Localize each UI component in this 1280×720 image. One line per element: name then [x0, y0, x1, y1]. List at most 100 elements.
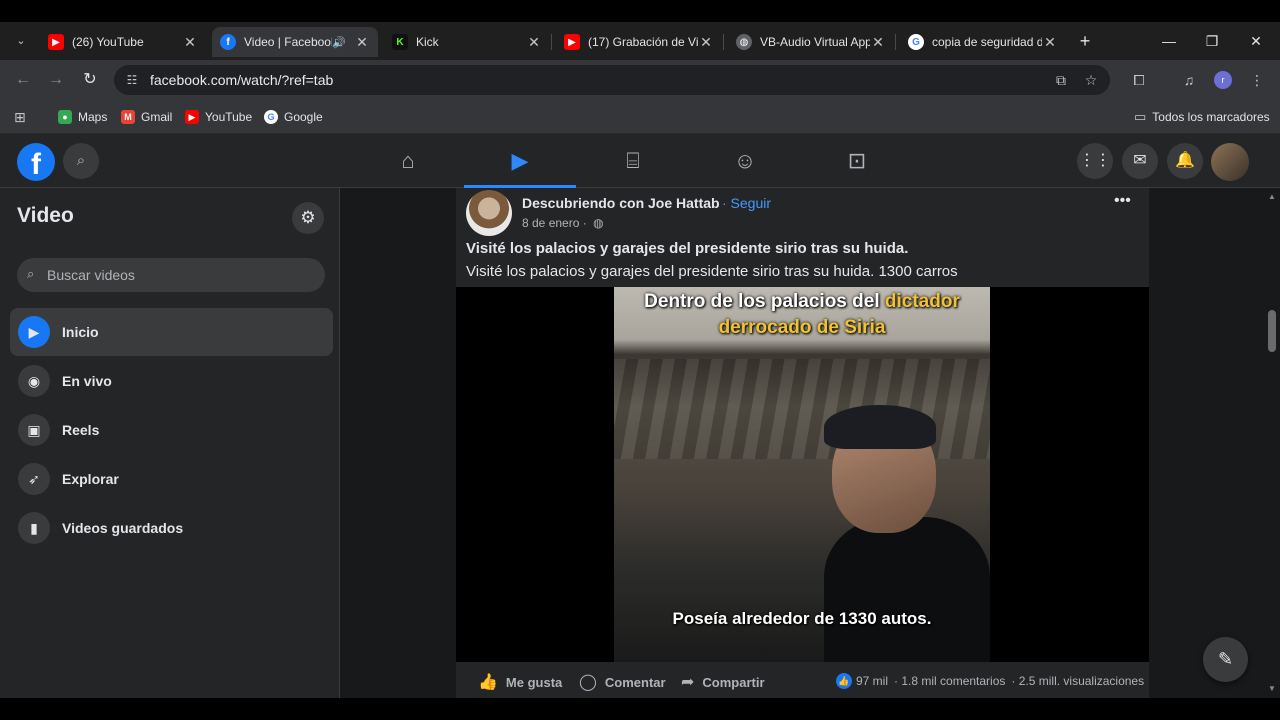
tab-strip: ⌄ ▶ (26) YouTube ✕ f Video | Facebook 🔊 …: [0, 22, 1280, 60]
sidebar-item-reels[interactable]: ▣ Reels: [10, 406, 333, 454]
bookmark-icon: ▮: [18, 512, 50, 544]
author-avatar[interactable]: [466, 190, 512, 236]
gear-icon[interactable]: ⚙: [292, 202, 324, 234]
notifications-bell-icon[interactable]: 🔔: [1167, 143, 1203, 179]
reels-icon: ▣: [18, 414, 50, 446]
bookmarks-bar: ⊞ ● Maps M Gmail ▶ YouTube G Google ▭ To…: [0, 100, 1280, 134]
tab-youtube[interactable]: ▶ (26) YouTube ✕: [40, 27, 206, 57]
sidebar-item-inicio[interactable]: ▶ Inicio: [10, 308, 333, 356]
post-stats: 👍 97 mil · 1.8 mil comentarios · 2.5 mil…: [836, 673, 1144, 689]
nav-gaming-icon[interactable]: ⊡: [801, 134, 913, 188]
search-icon[interactable]: ⌕: [63, 143, 99, 179]
tab-youtube-grabacion[interactable]: ▶ (17) Grabación de Vi ✕: [556, 27, 722, 57]
restore-icon[interactable]: ❐: [1197, 30, 1227, 52]
video-caption-line2: derrocado de Siria: [718, 317, 886, 338]
bookmark-label: Google: [284, 110, 323, 124]
video-caption-line1: Dentro de los palacios del dictador: [644, 291, 960, 312]
nav-video-icon[interactable]: ▶: [464, 134, 576, 188]
close-icon[interactable]: ✕: [354, 34, 370, 51]
more-options-icon[interactable]: •••: [1114, 192, 1131, 210]
menu-grid-icon[interactable]: ⋮⋮: [1077, 143, 1113, 179]
kick-icon: K: [392, 34, 408, 50]
scrollbar-thumb[interactable]: [1268, 310, 1276, 352]
tab-divider: [895, 34, 896, 50]
nav-groups-icon[interactable]: ☺: [689, 134, 801, 188]
star-icon[interactable]: ☆: [1082, 72, 1100, 88]
account-avatar[interactable]: [1211, 143, 1249, 181]
bookmark-maps[interactable]: ● Maps: [58, 108, 107, 126]
bookmark-gmail[interactable]: M Gmail: [121, 108, 172, 126]
comment-count[interactable]: · 1.8 mil comentarios: [894, 674, 1005, 688]
play-icon: ▶: [18, 316, 50, 348]
site-settings-icon[interactable]: ☷: [124, 72, 140, 88]
close-icon[interactable]: ✕: [698, 34, 714, 51]
speaker-icon[interactable]: 🔊: [332, 36, 346, 49]
like-reaction-icon: 👍: [836, 673, 852, 689]
like-button[interactable]: 👍 Me gusta: [478, 672, 562, 692]
close-icon[interactable]: ✕: [526, 34, 542, 51]
live-icon: ◉: [18, 365, 50, 397]
close-icon[interactable]: ✕: [1042, 34, 1058, 51]
globe-icon: ◍: [736, 34, 752, 50]
media-controls-icon[interactable]: ♫: [1178, 70, 1200, 90]
apps-grid-icon[interactable]: ⊞: [14, 108, 26, 126]
profile-avatar[interactable]: r: [1214, 71, 1232, 89]
follow-link[interactable]: · Seguir: [722, 195, 771, 211]
tab-search-dropdown-icon[interactable]: ⌄: [10, 30, 32, 52]
browser-window: ⌄ ▶ (26) YouTube ✕ f Video | Facebook 🔊 …: [0, 22, 1280, 698]
video-frame[interactable]: Dentro de los palacios del dictador derr…: [614, 287, 990, 662]
page-scrollbar[interactable]: ▲ ▼: [1264, 188, 1280, 698]
tab-vb-audio[interactable]: ◍ VB-Audio Virtual App ✕: [728, 27, 894, 57]
thumbs-up-icon: 👍: [478, 674, 498, 691]
sidebar-item-en-vivo[interactable]: ◉ En vivo: [10, 357, 333, 405]
scroll-down-icon[interactable]: ▼: [1267, 684, 1277, 693]
youtube-icon: ▶: [564, 34, 580, 50]
folder-icon: ▭: [1134, 109, 1147, 124]
close-icon[interactable]: ✕: [870, 34, 886, 51]
tab-google-search[interactable]: G copia de seguridad d ✕: [900, 27, 1066, 57]
tab-kick[interactable]: K Kick ✕: [384, 27, 550, 57]
comment-icon: ◯: [579, 674, 597, 691]
address-bar[interactable]: ☷ facebook.com/watch/?ref=tab ⧉ ☆: [114, 65, 1110, 95]
tab-title: copia de seguridad d: [932, 35, 1042, 49]
post-author[interactable]: Descubriendo con Joe Hattab: [522, 195, 720, 211]
forward-icon[interactable]: →: [43, 68, 69, 92]
new-tab-button[interactable]: +: [1074, 30, 1096, 52]
reaction-count[interactable]: 97 mil: [856, 674, 888, 688]
new-message-compose-icon[interactable]: ✎: [1203, 637, 1248, 682]
sidebar-item-label: Reels: [62, 422, 100, 438]
url-text[interactable]: facebook.com/watch/?ref=tab: [150, 72, 333, 88]
bookmark-google[interactable]: G Google: [264, 108, 323, 126]
facebook-logo[interactable]: f: [17, 143, 55, 181]
sidebar-item-explorar[interactable]: ➶ Explorar: [10, 455, 333, 503]
nav-home-icon[interactable]: ⌂: [352, 134, 464, 188]
post-date[interactable]: 8 de enero · ◍: [522, 216, 604, 230]
all-bookmarks[interactable]: ▭ Todos los marcadores: [1134, 108, 1270, 126]
video-search-field[interactable]: ⌕: [17, 258, 325, 292]
bookmark-youtube[interactable]: ▶ YouTube: [185, 108, 252, 126]
video-player[interactable]: Dentro de los palacios del dictador derr…: [456, 287, 1149, 662]
share-button[interactable]: ➦ Compartir: [681, 672, 765, 692]
google-icon: G: [908, 34, 924, 50]
sidebar-item-videos-guardados[interactable]: ▮ Videos guardados: [10, 504, 333, 552]
install-app-icon[interactable]: ⧉: [1052, 72, 1070, 88]
messenger-icon[interactable]: ✉: [1122, 143, 1158, 179]
tab-facebook[interactable]: f Video | Facebook 🔊 ✕: [212, 27, 378, 57]
bookmark-label: Maps: [78, 110, 108, 124]
close-icon[interactable]: ✕: [182, 34, 198, 51]
all-bookmarks-label: Todos los marcadores: [1152, 110, 1270, 124]
extensions-icon[interactable]: ⧠: [1128, 70, 1150, 90]
video-search-input[interactable]: [47, 258, 317, 292]
post-actions: 👍 Me gusta ◯ Comentar ➦ Compartir 👍 97 m…: [456, 668, 1149, 698]
minimize-icon[interactable]: —: [1154, 30, 1184, 52]
sidebar-item-label: En vivo: [62, 373, 112, 389]
back-icon[interactable]: ←: [10, 68, 36, 92]
post-date-text: 8 de enero ·: [522, 216, 587, 230]
scroll-up-icon[interactable]: ▲: [1267, 192, 1277, 201]
menu-kebab-icon[interactable]: ⋮: [1246, 70, 1268, 90]
reload-icon[interactable]: ↻: [77, 68, 103, 92]
comment-button[interactable]: ◯ Comentar: [579, 672, 666, 692]
nav-marketplace-icon[interactable]: ⌸: [577, 134, 689, 188]
close-window-icon[interactable]: ✕: [1241, 30, 1271, 52]
video-sidebar: Video ⚙ ⌕ ▶ Inicio ◉ En vivo ▣ Reels ➶ E…: [0, 188, 340, 698]
